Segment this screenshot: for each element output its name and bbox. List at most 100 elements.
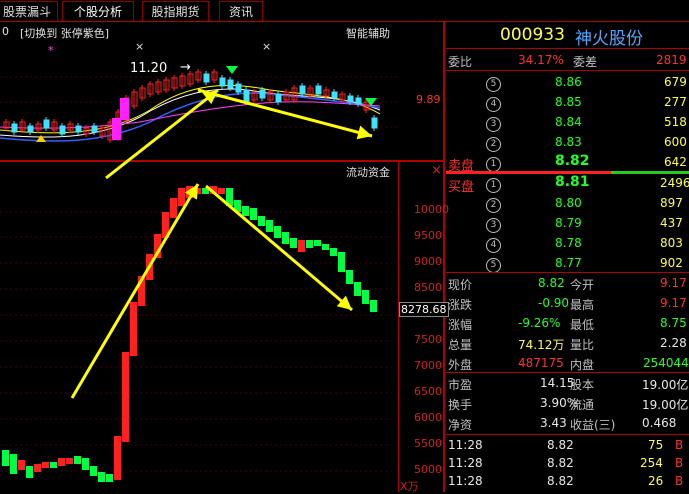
trend-arrow-line — [197, 88, 373, 138]
sell-row: 2 8.83 600 — [446, 132, 689, 152]
sell-row: 3 8.84 518 — [446, 112, 689, 132]
flow-bar — [74, 456, 81, 464]
flow-bar — [250, 208, 257, 220]
stat-value: 3.43 — [540, 416, 567, 430]
tick-direction: B — [675, 474, 684, 488]
tick-row: 11:28 8.82 75 B — [446, 435, 689, 455]
level-circle-icon: 5 — [486, 258, 501, 273]
level-circle-icon: 2 — [486, 137, 501, 152]
flow-bar — [106, 474, 113, 482]
order-ratio-label: 委比 — [448, 55, 473, 69]
tick-volume: 26 — [648, 474, 664, 488]
buy-row: 5 8.77 902 — [446, 253, 689, 273]
flow-bar — [10, 454, 17, 474]
flow-bar — [90, 466, 97, 476]
level-number: 1 — [486, 176, 501, 193]
tab-news[interactable]: 资讯 — [219, 1, 263, 22]
level-number: 3 — [486, 115, 501, 132]
level-number: 5 — [486, 256, 501, 273]
limit-up-candle — [112, 118, 121, 140]
right-panel-divider — [443, 22, 445, 492]
candlestick — [315, 85, 322, 95]
stat-label: 换手 — [448, 398, 473, 412]
flow-bar — [282, 232, 289, 244]
buy-volume: 437 — [660, 216, 683, 230]
flow-bar — [258, 216, 265, 226]
flow-bar — [82, 458, 89, 470]
sell-price: 8.85 — [555, 95, 582, 109]
flow-bar — [130, 302, 137, 356]
stock-charts — [0, 66, 400, 482]
stat-value: 254044 — [643, 356, 689, 370]
flow-bar — [2, 450, 9, 466]
fundamental-row: 净资 3.43 收益(三) 0.468 — [446, 413, 689, 433]
flow-bar — [122, 352, 129, 442]
level-circle-icon: 4 — [486, 238, 501, 253]
tick-direction: B — [675, 438, 684, 452]
stat-label: 股本 — [570, 378, 595, 392]
buy-price: 8.79 — [555, 216, 582, 230]
flow-bar — [42, 462, 49, 468]
trend-arrow-line — [70, 183, 200, 399]
order-diff-value: 2819 — [656, 53, 687, 67]
flow-bar — [338, 252, 345, 272]
tick-volume: 254 — [640, 456, 663, 470]
stat-label: 今开 — [570, 278, 595, 292]
candlestick — [219, 77, 226, 87]
candlestick — [331, 91, 338, 99]
trend-arrowhead-icon — [356, 125, 372, 140]
candlestick — [259, 89, 266, 99]
buy-volume: 902 — [660, 256, 683, 270]
ma-line — [0, 92, 381, 142]
level-number: 2 — [486, 196, 501, 213]
flow-bar — [290, 238, 297, 248]
stat-label: 净资 — [448, 418, 473, 432]
stat-row: 涨幅 -9.26% 最低 8.75 — [446, 313, 689, 333]
sell-price: 8.84 — [555, 115, 582, 129]
stat-label: 涨跌 — [448, 298, 473, 312]
tab-bar: 股票漏斗 个股分析 股指期货 资讯 — [0, 0, 689, 22]
tick-price: 8.82 — [547, 456, 574, 470]
tick-direction: B — [675, 456, 684, 470]
level-circle-icon: 1 — [486, 178, 501, 193]
flow-bar — [298, 240, 305, 252]
stat-value: 19.00亿 — [642, 378, 689, 392]
buy-volume: 897 — [660, 196, 683, 210]
stock-name: 神火股份 — [575, 29, 643, 49]
buy-row: 2 8.80 897 — [446, 193, 689, 213]
sell-volume: 518 — [664, 115, 687, 129]
stat-value: 19.00亿 — [642, 398, 689, 412]
stat-label: 总量 — [448, 338, 473, 352]
stat-value: 2.28 — [660, 336, 687, 350]
level-number: 4 — [486, 95, 501, 112]
flow-bar — [98, 472, 105, 482]
flow-bar — [322, 244, 329, 250]
flow-bar — [58, 458, 65, 466]
flow-chart — [0, 186, 396, 482]
candlestick — [275, 93, 282, 103]
flow-bar — [242, 206, 249, 216]
flow-bar — [362, 290, 369, 304]
flow-bar — [354, 282, 361, 296]
level-circle-icon: 3 — [486, 117, 501, 132]
level-number: 1 — [486, 155, 501, 172]
level-number: 3 — [486, 216, 501, 233]
tab-stock-funnel[interactable]: 股票漏斗 — [0, 1, 58, 22]
stat-value: 8.82 — [538, 276, 565, 290]
candlestick — [299, 85, 306, 95]
candlestick — [227, 79, 234, 89]
level-number: 4 — [486, 236, 501, 253]
flow-bar — [330, 248, 337, 256]
stock-code: 000933 — [500, 25, 565, 45]
stat-value: -0.90 — [538, 296, 570, 310]
flow-bar — [314, 240, 321, 246]
tab-index-futures[interactable]: 股指期货 — [142, 1, 209, 22]
flow-bar — [370, 300, 377, 312]
tab-stock-analysis[interactable]: 个股分析 — [62, 1, 134, 22]
candlestick — [27, 125, 34, 133]
candlestick — [59, 125, 66, 135]
sell-signal-icon — [226, 66, 238, 74]
stat-value: 9.17 — [660, 276, 687, 290]
tick-volume: 75 — [648, 438, 664, 452]
level-number: 2 — [486, 135, 501, 152]
